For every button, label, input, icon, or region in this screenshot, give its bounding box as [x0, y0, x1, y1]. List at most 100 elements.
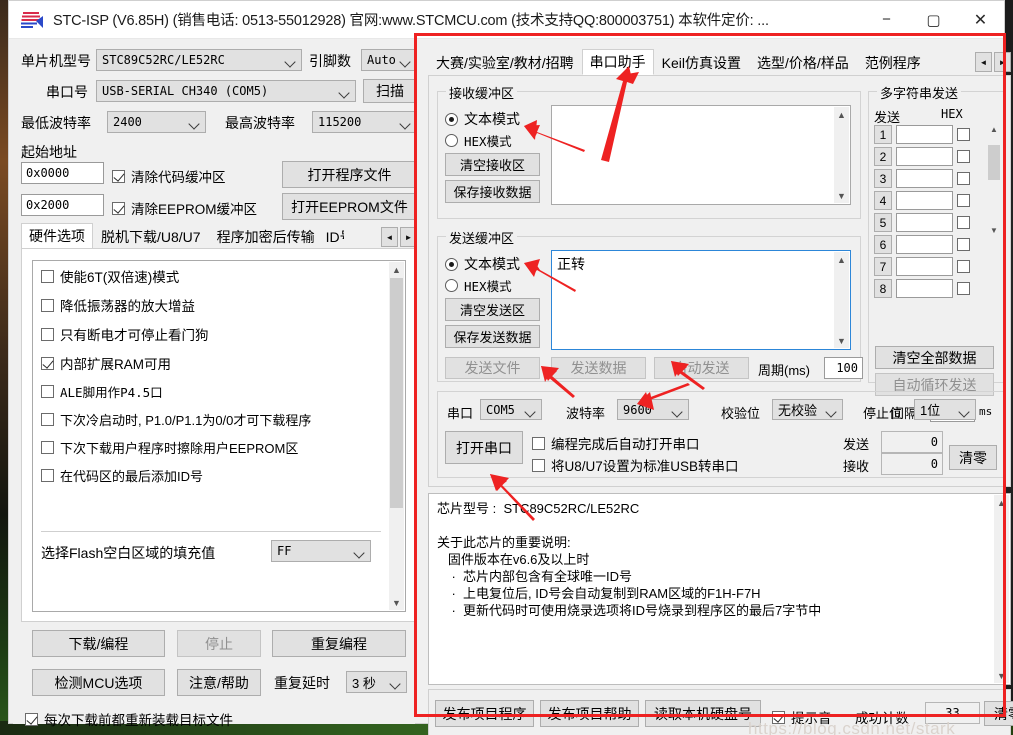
mcu-model-select[interactable]: STC89C52RC/LE52RC — [96, 49, 302, 71]
pin-count-select[interactable]: Auto — [361, 49, 417, 71]
multi-hex-checkbox-5[interactable] — [957, 216, 970, 229]
multi-input-8[interactable] — [896, 279, 953, 298]
multi-input-2[interactable] — [896, 147, 953, 166]
recv-text-mode-radio[interactable]: 文本模式 — [445, 109, 520, 129]
chip-info-scrollbar[interactable]: ▲ ▼ — [994, 495, 1009, 683]
tab-model-price-sample[interactable]: 选型/价格/样品 — [749, 51, 857, 75]
usb-to-serial-checkbox[interactable]: 将U8/U7设置为标准USB转串口 — [532, 455, 739, 475]
auto-open-port-checkbox[interactable]: 编程完成后自动打开串口 — [532, 433, 700, 453]
option-6t-mode[interactable]: 使能6T(双倍速)模式 — [41, 266, 381, 286]
send-file-button[interactable]: 发送文件 — [445, 357, 540, 379]
flash-fill-select[interactable]: FF — [271, 540, 371, 562]
multi-input-7[interactable] — [896, 257, 953, 276]
send-text-mode-radio[interactable]: 文本模式 — [445, 254, 520, 274]
multi-string-scrollbar[interactable]: ▲ ▼ — [987, 125, 1001, 235]
auto-send-button[interactable]: 自动发送 — [654, 357, 749, 379]
title-bar[interactable]: STC-ISP (V6.85H) (销售电话: 0513-55012928) 官… — [9, 1, 1004, 39]
repeat-delay-select[interactable]: 3 秒 — [346, 671, 407, 693]
multi-send-7-button[interactable]: 7 — [874, 257, 892, 276]
maximize-button[interactable]: ▢ — [910, 1, 957, 39]
clear-code-buffer-checkbox[interactable]: 清除代码缓冲区 — [112, 166, 226, 186]
option-internal-xram[interactable]: 内部扩展RAM可用 — [41, 353, 381, 373]
scroll-down-icon[interactable]: ▼ — [389, 595, 404, 610]
multi-input-3[interactable] — [896, 169, 953, 188]
multi-hex-checkbox-6[interactable] — [957, 238, 970, 251]
save-receive-data-button[interactable]: 保存接收数据 — [445, 180, 540, 203]
send-data-button[interactable]: 发送数据 — [551, 357, 646, 379]
stop-button[interactable]: 停止 — [177, 630, 261, 657]
tab-hardware-options[interactable]: 硬件选项 — [21, 223, 93, 249]
scroll-thumb[interactable] — [988, 145, 1000, 180]
multi-send-3-button[interactable]: 3 — [874, 169, 892, 188]
tab-keil-simulation[interactable]: Keil仿真设置 — [653, 51, 750, 75]
option-ale-as-p45[interactable]: ALE脚用作P4.5口 — [41, 382, 381, 401]
reset-success-count-button[interactable]: 清零 — [984, 701, 1013, 726]
read-local-disk-id-button[interactable]: 读取本机硬盘号 — [645, 700, 761, 727]
scroll-up-icon[interactable]: ▲ — [834, 107, 849, 122]
multi-hex-checkbox-1[interactable] — [957, 128, 970, 141]
serial-port-select[interactable]: COM5 — [480, 399, 542, 420]
tab-encrypted-transfer[interactable]: 程序加密后传输 — [208, 225, 323, 249]
send-hex-mode-radio[interactable]: HEX模式 — [445, 276, 512, 295]
multi-send-2-button[interactable]: 2 — [874, 147, 892, 166]
option-cold-start-p10-p11[interactable]: 下次冷启动时, P1.0/P1.1为0/0才可下载程序 — [41, 410, 381, 429]
tab-offline-download[interactable]: 脱机下载/U8/U7 — [93, 225, 209, 249]
scroll-down-icon[interactable]: ▼ — [834, 333, 849, 348]
option-watchdog-poweroff[interactable]: 只有断电才可停止看门狗 — [41, 324, 381, 344]
reload-before-download-checkbox[interactable]: 每次下载前都重新装载目标文件 — [25, 709, 233, 729]
repeat-program-button[interactable]: 重复编程 — [272, 630, 406, 657]
clear-receive-button[interactable]: 清空接收区 — [445, 153, 540, 176]
open-program-file-button[interactable]: 打开程序文件 — [282, 161, 417, 188]
multi-send-8-button[interactable]: 8 — [874, 279, 892, 298]
tab-contest-lab-textbook[interactable]: 大赛/实验室/教材/招聘 — [428, 51, 582, 75]
publish-project-help-button[interactable]: 发布项目帮助 — [540, 700, 639, 727]
min-baud-select[interactable]: 2400 — [107, 111, 206, 133]
multi-send-1-button[interactable]: 1 — [874, 125, 892, 144]
scroll-thumb[interactable] — [390, 278, 403, 508]
recv-hex-mode-radio[interactable]: HEX模式 — [445, 131, 512, 150]
minimize-button[interactable]: − — [863, 1, 910, 39]
help-button[interactable]: 注意/帮助 — [177, 669, 261, 696]
download-program-button[interactable]: 下载/编程 — [32, 630, 165, 657]
clear-all-data-button[interactable]: 清空全部数据 — [875, 346, 994, 369]
open-eeprom-file-button[interactable]: 打开EEPROM文件 — [282, 193, 417, 220]
tab-example-programs[interactable]: 范例程序 — [856, 51, 929, 75]
multi-send-6-button[interactable]: 6 — [874, 235, 892, 254]
detect-mcu-options-button[interactable]: 检测MCU选项 — [32, 669, 165, 696]
publish-project-program-button[interactable]: 发布项目程序 — [435, 700, 534, 727]
multi-hex-checkbox-7[interactable] — [957, 260, 970, 273]
option-erase-eeprom-next[interactable]: 下次下载用户程序时擦除用户EEPROM区 — [41, 438, 381, 457]
receive-scrollbar[interactable]: ▲ ▼ — [834, 107, 849, 203]
multi-input-6[interactable] — [896, 235, 953, 254]
options-scrollbar[interactable]: ▲ ▼ — [389, 262, 404, 610]
tab-serial-assistant[interactable]: 串口助手 — [581, 49, 654, 75]
scroll-up-icon[interactable]: ▲ — [834, 252, 849, 267]
multi-hex-checkbox-2[interactable] — [957, 150, 970, 163]
scroll-down-icon[interactable]: ▼ — [834, 188, 849, 203]
left-tab-prev-button[interactable]: ◄ — [381, 227, 398, 247]
parity-select[interactable]: 无校验 — [772, 399, 843, 420]
clear-eeprom-buffer-checkbox[interactable]: 清除EEPROM缓冲区 — [112, 198, 257, 218]
scroll-down-icon[interactable]: ▼ — [994, 668, 1009, 683]
multi-input-1[interactable] — [896, 125, 953, 144]
clear-send-button[interactable]: 清空发送区 — [445, 298, 540, 321]
right-tab-next-button[interactable]: ► — [994, 52, 1011, 72]
send-scrollbar[interactable]: ▲ ▼ — [834, 252, 849, 348]
baud-rate-select[interactable]: 9600 — [617, 399, 689, 420]
max-baud-select[interactable]: 115200 — [312, 111, 417, 133]
stop-bits-select[interactable]: 1位 — [914, 399, 976, 420]
scroll-up-icon[interactable]: ▲ — [389, 262, 404, 277]
send-textarea[interactable]: 正转 ▲ ▼ — [551, 250, 851, 350]
multi-input-5[interactable] — [896, 213, 953, 232]
close-button[interactable]: ✕ — [957, 1, 1004, 39]
com-port-select[interactable]: USB-SERIAL CH340 (COM5) — [96, 80, 356, 102]
tab-id-number[interactable]: ID号 — [322, 225, 345, 249]
multi-hex-checkbox-8[interactable] — [957, 282, 970, 295]
multi-send-4-button[interactable]: 4 — [874, 191, 892, 210]
code-start-address-input[interactable]: 0x0000 — [21, 162, 104, 184]
scroll-up-icon[interactable]: ▲ — [994, 495, 1009, 510]
reset-counters-button[interactable]: 清零 — [949, 445, 997, 470]
multi-hex-checkbox-3[interactable] — [957, 172, 970, 185]
scroll-up-icon[interactable]: ▲ — [987, 125, 1001, 134]
multi-hex-checkbox-4[interactable] — [957, 194, 970, 207]
